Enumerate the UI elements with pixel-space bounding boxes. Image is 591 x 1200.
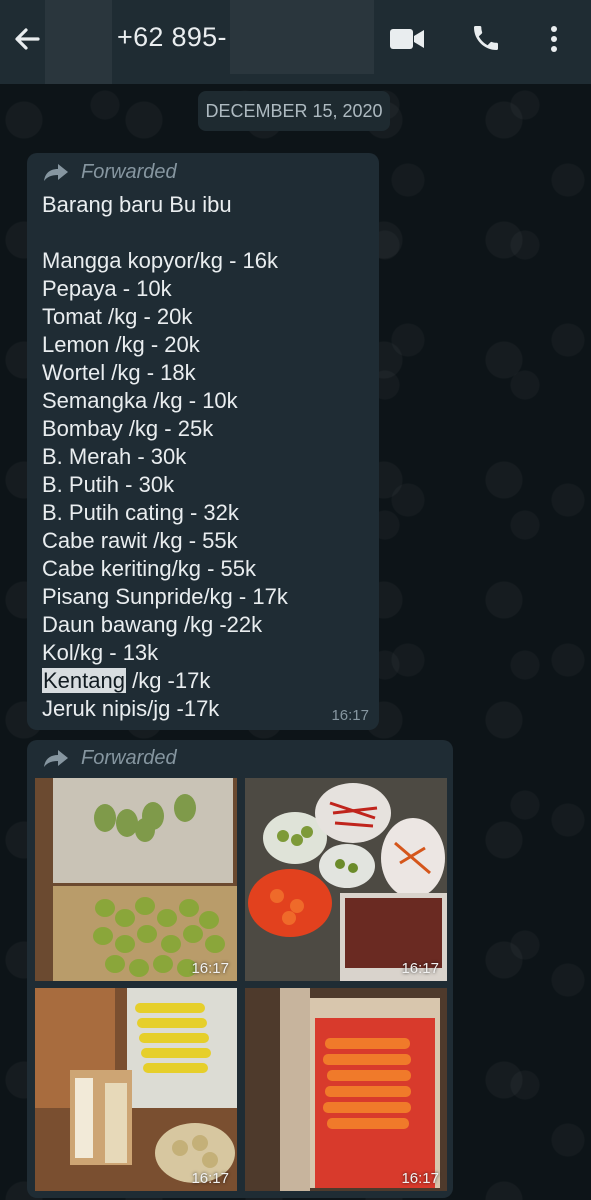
- photo-timestamp: 16:17: [191, 960, 229, 977]
- message-line: B. Putih - 30k: [42, 472, 175, 497]
- message-line: Bombay /kg - 25k: [42, 416, 214, 441]
- message-line: Cabe keriting/kg - 55k: [42, 556, 256, 581]
- message-bubble-text[interactable]: Forwarded Barang baru Bu ibu Mangga kopy…: [27, 153, 379, 730]
- forwarded-indicator: Forwarded: [43, 745, 177, 771]
- redacted-phone-digits: [230, 0, 374, 74]
- message-line: B. Merah - 30k: [42, 444, 187, 469]
- message-line: Pepaya - 10k: [42, 276, 172, 301]
- message-line: Semangka /kg - 10k: [42, 388, 238, 413]
- forward-arrow-icon: [44, 750, 68, 767]
- chat-header: +62 895-: [0, 0, 591, 84]
- photo-timestamp: 16:17: [191, 1170, 229, 1187]
- bananas-photo[interactable]: 16:17: [35, 988, 237, 1191]
- carrots-photo[interactable]: 16:17: [245, 988, 447, 1191]
- message-line: Mangga kopyor/kg - 16k: [42, 248, 279, 273]
- video-call-icon[interactable]: [389, 26, 425, 52]
- message-line: Cabe rawit /kg - 55k: [42, 528, 238, 553]
- mangoes-photo[interactable]: 16:17: [35, 778, 237, 981]
- message-text: Barang baru Bu ibu Mangga kopyor/kg - 16…: [42, 191, 372, 723]
- message-line: Wortel /kg - 18k: [42, 360, 196, 385]
- forward-arrow-icon: [44, 164, 68, 181]
- message-line: Pisang Sunpride/kg - 17k: [42, 584, 288, 609]
- back-arrow-icon[interactable]: [10, 22, 44, 56]
- message-line: Tomat /kg - 20k: [42, 304, 193, 329]
- message-line: B. Putih cating - 32k: [42, 500, 239, 525]
- avatar[interactable]: [45, 0, 112, 84]
- message-line: Daun bawang /kg -22k: [42, 612, 263, 637]
- message-line: Kol/kg - 13k: [42, 640, 159, 665]
- message-line: Lemon /kg - 20k: [42, 332, 200, 357]
- message-line: Barang baru Bu ibu: [42, 192, 232, 217]
- forwarded-label: Forwarded: [81, 160, 177, 183]
- message-line-rest: /kg -17k: [125, 668, 211, 693]
- more-options-icon[interactable]: [544, 22, 564, 56]
- date-separator: DECEMBER 15, 2020: [198, 91, 390, 131]
- vegetables-photo[interactable]: 16:17: [245, 778, 447, 981]
- message-timestamp: 16:17: [331, 707, 369, 724]
- contact-phone[interactable]: +62 895-: [117, 22, 227, 53]
- selected-word[interactable]: Kentang: [42, 668, 126, 693]
- message-bubble-photos[interactable]: Forwarded 16:17 16:17 16:17 16:17: [27, 740, 453, 1198]
- photo-timestamp: 16:17: [401, 960, 439, 977]
- forwarded-label: Forwarded: [81, 746, 177, 769]
- message-line: [42, 219, 372, 247]
- forwarded-indicator: Forwarded: [43, 159, 177, 185]
- message-line-highlighted: Kentang /kg -17k: [42, 667, 372, 695]
- phone-call-icon[interactable]: [470, 22, 502, 54]
- photo-timestamp: 16:17: [401, 1170, 439, 1187]
- message-line: Jeruk nipis/jg -17k: [42, 696, 220, 721]
